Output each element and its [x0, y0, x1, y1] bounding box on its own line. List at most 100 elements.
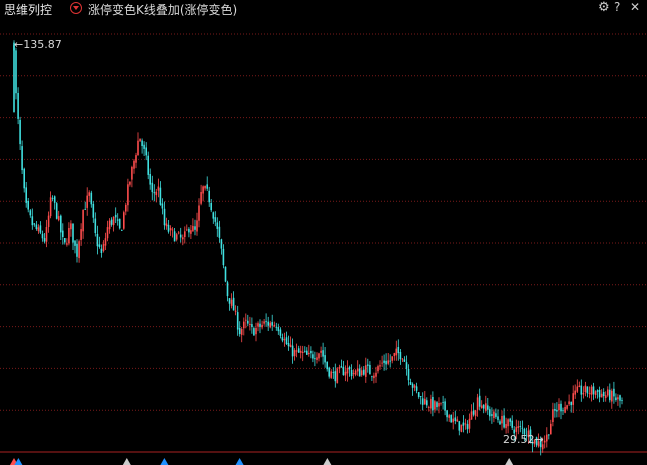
candle-down — [499, 421, 501, 425]
candle-down — [348, 367, 351, 370]
candle-up — [273, 324, 276, 327]
candle-up — [112, 216, 115, 226]
candle-up — [550, 423, 552, 435]
candle-up — [171, 229, 174, 231]
candle-up — [131, 167, 133, 180]
candle-up — [438, 403, 440, 407]
close-icon[interactable]: ✕ — [630, 0, 640, 14]
candle-down — [363, 369, 365, 375]
candle-up — [293, 350, 296, 357]
candle-up — [88, 192, 90, 196]
candle-up — [604, 395, 607, 398]
candle-down — [226, 282, 229, 297]
candle-up — [308, 352, 310, 355]
candle-down — [74, 240, 76, 246]
candle-up — [129, 181, 131, 185]
candle-up — [125, 204, 127, 212]
candle-up — [617, 397, 619, 400]
candle-down — [253, 328, 255, 336]
candle-down — [596, 390, 599, 392]
candle-up — [45, 227, 48, 242]
candle-down — [41, 233, 44, 239]
candle-up — [123, 212, 125, 229]
candle-up — [501, 416, 503, 424]
candle-up — [165, 223, 168, 227]
candle-down — [562, 410, 564, 412]
candle-down — [121, 230, 123, 231]
candle-down — [383, 360, 385, 363]
candle-up — [344, 371, 347, 376]
candle-up — [354, 370, 357, 375]
candle-down — [442, 402, 444, 403]
candle-up — [57, 216, 60, 221]
marker-triangle — [505, 458, 514, 465]
candle-down — [151, 182, 154, 193]
candle-up — [102, 244, 105, 251]
candle-up — [316, 357, 318, 360]
candle-up — [507, 419, 509, 427]
candle-up — [243, 321, 245, 329]
candle-up — [301, 351, 304, 353]
candle-up — [430, 398, 432, 409]
chevron-down-icon[interactable] — [70, 2, 82, 14]
candle-down — [25, 187, 27, 203]
candle-up — [505, 424, 507, 429]
candle-down — [232, 297, 235, 311]
gear-icon[interactable]: ⚙ — [598, 0, 610, 15]
candle-down — [621, 400, 623, 401]
candle-down — [238, 328, 241, 334]
candle-down — [206, 184, 208, 189]
candle-down — [118, 218, 121, 229]
marker-triangle — [160, 458, 169, 465]
candle-down — [426, 400, 428, 406]
candle-down — [247, 320, 249, 324]
candle-down — [580, 385, 583, 395]
candle-up — [49, 197, 52, 217]
candle-down — [407, 369, 410, 381]
candle-up — [607, 389, 609, 396]
candle-up — [470, 411, 473, 420]
app-title: 思维列控 — [4, 3, 53, 17]
candle-down — [159, 187, 162, 205]
candle-down — [220, 239, 223, 249]
candle-up — [566, 405, 568, 409]
candle-up — [200, 192, 202, 204]
candle-down — [173, 231, 176, 242]
candle-down — [281, 337, 284, 341]
candle-up — [600, 393, 603, 398]
candle-down — [421, 398, 424, 405]
candle-down — [613, 388, 615, 397]
candle-up — [299, 350, 302, 353]
candle-down — [495, 413, 497, 417]
candle-down — [21, 146, 23, 171]
candle-up — [377, 366, 379, 372]
candle-down — [110, 219, 113, 225]
candle-down — [462, 422, 465, 426]
candle-down — [560, 403, 562, 412]
question-icon[interactable]: ? — [614, 0, 620, 14]
candle-down — [503, 415, 505, 428]
candle-up — [177, 232, 180, 234]
candle-up — [234, 310, 237, 312]
candle-up — [582, 392, 585, 395]
candle-down — [210, 203, 212, 211]
candle-down — [521, 427, 524, 429]
candle-down — [609, 389, 611, 401]
candle-down — [265, 321, 267, 323]
candle-up — [157, 186, 160, 191]
candle-down — [92, 204, 95, 218]
indicator-title[interactable]: 涨停变色K线叠加(涨停变色) — [88, 1, 237, 18]
candle-up — [424, 398, 426, 405]
candle-down — [324, 355, 326, 363]
candle-down — [615, 397, 617, 400]
candle-down — [60, 215, 62, 233]
candle-up — [289, 344, 292, 347]
candle-up — [395, 348, 398, 356]
candle-up — [245, 319, 247, 321]
candle-down — [222, 248, 225, 266]
candle-down — [291, 345, 294, 357]
candle-up — [568, 401, 570, 405]
candle-down — [33, 223, 36, 225]
candle-up — [240, 329, 243, 335]
candle-down — [397, 347, 400, 354]
